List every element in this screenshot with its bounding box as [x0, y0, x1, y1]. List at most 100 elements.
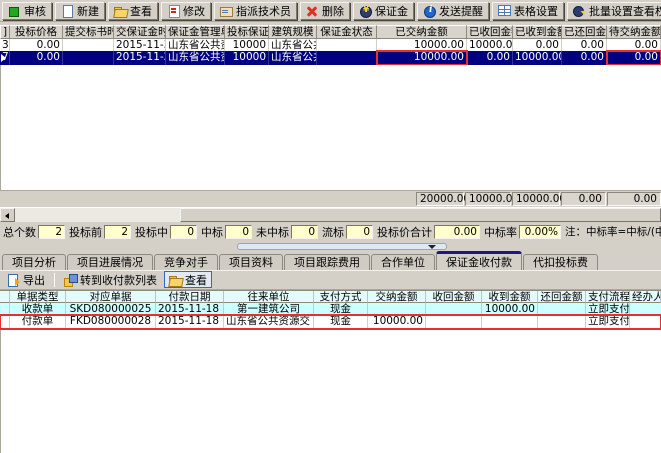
info-remind-icon [423, 5, 436, 17]
goto-payment-list-button[interactable]: 转到收付款列表 [59, 271, 162, 288]
batch-permission-icon [573, 5, 586, 17]
tab-competitors[interactable]: 竞争对手 [154, 254, 218, 270]
payments-table-empty-body [0, 329, 661, 453]
column-header-payment-method[interactable]: 支付方式 [314, 291, 368, 303]
delete-button[interactable]: 删除 [300, 2, 350, 20]
delete-button-label: 删除 [322, 3, 344, 19]
recovered-amount-cell: 10000.00 [467, 39, 513, 51]
payments-sub-toolbar: 导出 转到收付款列表 查看 [0, 271, 661, 290]
column-header[interactable]: ] [0, 25, 10, 39]
summary-value-field: 0.00 [434, 225, 480, 239]
audit-button[interactable]: 审核 [2, 2, 52, 20]
payment-row-receipt[interactable]: 收款单 SKD080000025 2015-11-18 第一建筑公司 现金 10… [0, 303, 661, 315]
paid-amount-cell: 10000.00 [377, 39, 467, 51]
column-header-deposit-unit[interactable]: 保证金管理单位 [166, 25, 225, 39]
summary-label: 投标中 [135, 224, 168, 240]
tab-project-progress[interactable]: 项目进展情况 [67, 254, 153, 270]
main-table-empty-body [0, 65, 661, 190]
scrollbar-track[interactable] [15, 208, 180, 222]
column-header-recovered-amount[interactable]: 收回金额 [426, 291, 482, 303]
column-header-received-amount[interactable]: 已收到金额 [513, 25, 562, 39]
table-settings-button[interactable]: 表格设置 [492, 2, 564, 20]
column-header-due-amount[interactable]: 待交纳金额 [607, 25, 661, 39]
column-header-paid-amount[interactable]: 交纳金额 [368, 291, 426, 303]
column-header-deposit-time[interactable]: 交保证金时间 [114, 25, 166, 39]
tab-project-documents[interactable]: 项目资料 [219, 254, 283, 270]
payment-method-cell: 现金 [314, 315, 368, 329]
export-button[interactable]: 导出 [2, 271, 50, 288]
received-amount-cell: 10000.00 [513, 51, 562, 65]
column-header-paid-amount[interactable]: 已交纳金额 [377, 25, 467, 39]
audit-icon [8, 5, 21, 17]
deposit-unit-cell: 山东省公共资源交 [166, 39, 225, 51]
row-id-cell: 7 [0, 51, 10, 65]
payment-flow-cell: 立即支付 [586, 315, 630, 329]
view-button[interactable]: 查看 [108, 2, 158, 20]
doc-type-cell: 付款单 [10, 315, 66, 329]
column-header-related-doc[interactable]: 对应单据 [66, 291, 156, 303]
tab-withheld-bid-fees[interactable]: 代扣投标费 [523, 254, 598, 270]
view-payment-button[interactable]: 查看 [164, 271, 212, 288]
column-header-counterparty[interactable]: 往来单位 [224, 291, 314, 303]
modify-button-label: 修改 [183, 3, 205, 19]
column-header-payment-flow[interactable]: 支付流程 [586, 291, 630, 303]
column-header-submit-time[interactable]: 提交标书时间 [63, 25, 114, 39]
row-id-cell: 3 [0, 39, 10, 51]
submit-time-cell [63, 39, 114, 51]
payments-table-header: 单据类型 对应单据 付款日期 往来单位 支付方式 交纳金额 收回金额 收到金额 … [0, 290, 661, 303]
new-button[interactable]: 新建 [55, 2, 105, 20]
summary-total-count: 总个数2 [3, 224, 65, 240]
column-header-returned-amount[interactable]: 已还回金额 [562, 25, 607, 39]
bid-price-cell: 0.00 [10, 39, 63, 51]
related-doc-cell: SKD080000025 [66, 303, 156, 315]
deposit-time-cell: 2015-11-30 [114, 39, 166, 51]
payment-date-cell: 2015-11-18 [156, 303, 224, 315]
modify-button[interactable]: 修改 [161, 2, 211, 20]
table-row-selected[interactable]: 7 0.00 2015-11-21 山东省公共资源交 10000 山东省公共资 … [0, 51, 661, 65]
scroll-left-arrow[interactable] [0, 208, 15, 222]
deposit-status-cell [317, 51, 377, 65]
building-scale-cell: 山东省公共资 [269, 39, 317, 51]
open-folder-icon [169, 274, 182, 286]
column-header-handler[interactable]: 经办人 [630, 291, 661, 303]
tab-tracking-expenses[interactable]: 项目跟踪费用 [284, 254, 370, 270]
pane-splitter-strip [0, 242, 661, 252]
batch-permission-button[interactable]: 批量设置查看权限 [567, 2, 661, 20]
column-header-building-scale[interactable]: 建筑规模 [269, 25, 317, 39]
view-payment-label: 查看 [185, 272, 207, 288]
summary-bar: 总个数2 投标前2 投标中0 中标0 未中标0 流标0 投标价合计0.00 中标… [0, 222, 661, 242]
tab-project-analysis[interactable]: 项目分析 [2, 254, 66, 270]
table-row[interactable]: 3 0.00 2015-11-30 山东省公共资源交 10000 山东省公共资 … [0, 39, 661, 51]
deposit-button[interactable]: 保证金 [353, 2, 414, 20]
column-header-deposit-status[interactable]: 保证金状态 [317, 25, 377, 39]
column-header-returned-amount[interactable]: 还回金额 [538, 291, 586, 303]
summary-label: 投标价合计 [377, 224, 432, 240]
scrollbar-thumb[interactable] [180, 208, 661, 222]
column-header-received-amount[interactable]: 收到金额 [482, 291, 538, 303]
export-icon [7, 274, 20, 286]
summary-pre-bid: 投标前2 [69, 224, 131, 240]
summary-label: 未中标 [256, 224, 289, 240]
column-header-bid-price[interactable]: 投标价格 [10, 25, 63, 39]
building-scale-cell: 山东省公共资 [269, 51, 317, 65]
tab-deposit-payments-selected[interactable]: 保证金收付款 [436, 251, 522, 270]
column-header-bid-deposit[interactable]: 投标保证金 [225, 25, 269, 39]
summary-value-field: 0 [291, 225, 318, 239]
summary-label: 中标率 [484, 224, 517, 240]
deposit-button-label: 保证金 [375, 3, 408, 19]
goto-payment-list-label: 转到收付款列表 [80, 272, 157, 288]
send-reminder-label: 发送提醒 [439, 3, 483, 19]
tab-partner-units[interactable]: 合作单位 [371, 254, 435, 270]
column-header-doc-type[interactable]: 单据类型 [10, 291, 66, 303]
edit-icon [167, 5, 180, 17]
column-header-recovered-amount[interactable]: 已收回金额 [467, 25, 513, 39]
main-table-header: ] 投标价格 提交标书时间 交保证金时间 保证金管理单位 投标保证金 建筑规模 … [0, 25, 661, 39]
send-reminder-button[interactable]: 发送提醒 [417, 2, 489, 20]
toolbar-separator [54, 273, 55, 287]
payment-row-payment-highlighted[interactable]: 付款单 FKD080000028 2015-11-18 山东省公共资源交 现金 … [0, 315, 661, 329]
pane-splitter-handle[interactable] [237, 243, 447, 250]
assign-technician-button[interactable]: 指派技术员 [214, 2, 297, 20]
column-header-payment-date[interactable]: 付款日期 [156, 291, 224, 303]
bottom-tab-bar: 项目分析 项目进展情况 竞争对手 项目资料 项目跟踪费用 合作单位 保证金收付款… [0, 252, 661, 271]
summary-value-field: 0.00% [519, 225, 561, 239]
